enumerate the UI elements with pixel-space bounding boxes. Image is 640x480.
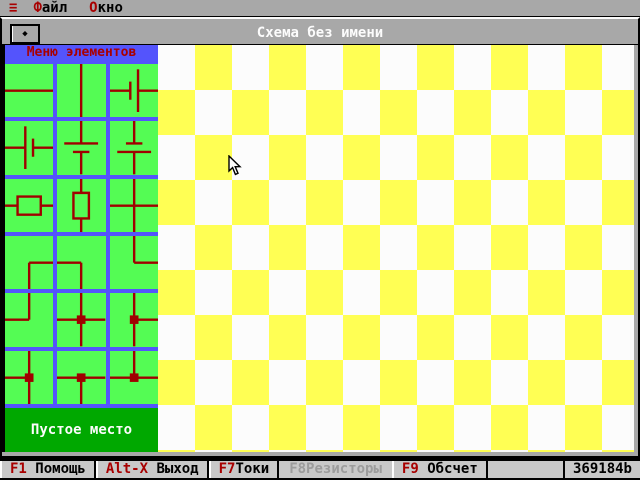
- diamond-icon: ◆: [22, 29, 28, 39]
- menu-bar: ≡ Файл Окно: [0, 0, 640, 16]
- element-cell-corner-sw[interactable]: [57, 235, 106, 290]
- element-cell-t-left-dot[interactable]: [5, 350, 54, 404]
- element-cell-corner-nw[interactable]: [5, 293, 54, 347]
- application-screen: ≡ Файл Окно Схема без имени ◆ Меню элемен…: [0, 0, 640, 480]
- element-cell-corner-se[interactable]: [5, 235, 54, 290]
- schematic-canvas[interactable]: [158, 45, 634, 452]
- element-cell-battery-v-a[interactable]: [57, 121, 106, 175]
- close-button[interactable]: ◆: [10, 24, 40, 44]
- element-cell-battery-h-b[interactable]: [5, 121, 54, 175]
- window-client-area: Меню элементов Пустое место: [2, 44, 638, 452]
- element-menu-panel: Меню элементов Пустое место: [2, 45, 158, 452]
- statusbar-item-f9[interactable]: F9 Обсчет: [391, 461, 488, 478]
- free-memory-counter: 369184b: [562, 461, 640, 478]
- element-cell-battery-v-b[interactable]: [109, 121, 158, 175]
- element-cell-t-up-dot[interactable]: [109, 350, 158, 404]
- element-menu-title: Меню элементов: [5, 45, 158, 60]
- menu-item-window[interactable]: Окно: [89, 0, 123, 16]
- element-grid: [5, 60, 158, 408]
- statusbar-item-f1[interactable]: F1 Помощь: [0, 461, 96, 478]
- element-cell-wire-h[interactable]: [5, 64, 54, 118]
- element-cell-resistor-v[interactable]: [57, 178, 106, 232]
- system-menu-icon[interactable]: ≡: [9, 0, 17, 16]
- statusbar-item-f8: F8Резисторы: [289, 461, 382, 477]
- element-cell-cross[interactable]: [109, 178, 158, 232]
- element-cell-corner-ne[interactable]: [109, 235, 158, 290]
- statusbar-item-f7[interactable]: F7Токи: [208, 461, 280, 478]
- element-cell-battery-h-a[interactable]: [109, 64, 158, 118]
- element-cell-cross-dot[interactable]: [57, 293, 106, 347]
- element-cell-wire-v[interactable]: [57, 64, 106, 118]
- menu-item-file[interactable]: Файл: [33, 0, 67, 16]
- status-bar: F1 Помощь Alt-X Выход F7Токи F8Резисторы F9 …: [0, 459, 640, 480]
- schematic-window: Схема без имени ◆ Меню элементов Пустое …: [0, 17, 640, 458]
- statusbar-item-alt-x[interactable]: Alt-X Выход: [95, 461, 209, 478]
- window-title-bar: Схема без имени ◆: [2, 24, 638, 44]
- element-cell-t-down-dot[interactable]: [57, 350, 106, 404]
- element-cell-resistor-h[interactable]: [5, 178, 54, 232]
- selected-element-label: Пустое место: [5, 408, 158, 452]
- element-cell-t-right-dot[interactable]: [109, 293, 158, 347]
- window-title: Схема без имени: [256, 25, 384, 41]
- mouse-cursor: [228, 155, 242, 176]
